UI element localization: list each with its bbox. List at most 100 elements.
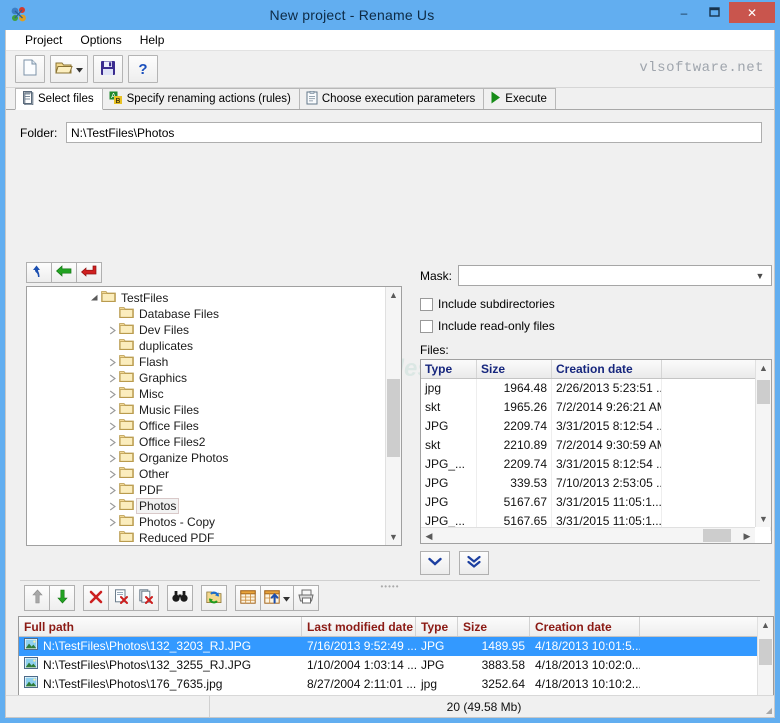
print-button[interactable] (293, 585, 319, 611)
files-grid-row[interactable]: JPG 2209.74 3/31/2015 8:12:54 ... (421, 417, 771, 436)
tree-node[interactable]: Office Files2 (27, 434, 401, 450)
column-header-creation-date[interactable]: Creation date (530, 617, 640, 636)
files-grid-row[interactable]: JPG 5167.67 3/31/2015 11:05:1... (421, 493, 771, 512)
files-grid-horizontal-scrollbar[interactable]: ◀ ▶ (421, 527, 755, 543)
checkbox-box[interactable] (420, 319, 433, 333)
tree-node[interactable]: Misc (27, 386, 401, 402)
tree-node[interactable]: Photos (27, 498, 401, 514)
menu-help[interactable]: Help (131, 31, 174, 49)
tree-node[interactable]: Database Files (27, 306, 401, 322)
column-header-full-path[interactable]: Full path (19, 617, 302, 636)
close-button[interactable]: ✕ (729, 2, 775, 23)
tree-node[interactable]: Office Files (27, 418, 401, 434)
menu-project[interactable]: Project (16, 31, 71, 49)
tree-expander-collapsed-icon[interactable] (105, 438, 119, 447)
add-all-button[interactable] (459, 551, 489, 575)
tree-expander-collapsed-icon[interactable] (105, 486, 119, 495)
folder-input[interactable] (66, 122, 762, 143)
import-grid-button[interactable] (260, 585, 294, 611)
column-header-type[interactable]: Type (416, 617, 458, 636)
tab-choose-execution-parameters[interactable]: Choose execution parameters (298, 88, 485, 109)
file-list-row[interactable]: N:\TestFiles\Photos\176_7635.jpg 8/27/200… (19, 675, 773, 694)
column-header-last-modified-date[interactable]: Last modified date (302, 617, 416, 636)
file-list-row[interactable]: N:\TestFiles\Photos\132_3255_RJ.JPG 1/10/… (19, 656, 773, 675)
folder-tree[interactable]: TestFiles Database Files Dev Files duplicat… (26, 286, 402, 546)
files-grid-row[interactable]: JPG 339.53 7/10/2013 2:53:05 ... (421, 474, 771, 493)
export-grid-button[interactable] (235, 585, 261, 611)
files-grid-row[interactable]: skt 1965.26 7/2/2014 9:26:21 AM (421, 398, 771, 417)
tab-select-files[interactable]: Select files (15, 88, 103, 110)
tree-expander-collapsed-icon[interactable] (105, 358, 119, 367)
tree-node[interactable]: duplicates (27, 338, 401, 354)
resize-grip-icon[interactable]: ◢ (758, 696, 774, 717)
checkbox-box[interactable] (420, 297, 433, 311)
remove-duplicates-button[interactable] (133, 585, 159, 611)
files-grid-row[interactable]: skt 2210.89 7/2/2014 9:30:59 AM (421, 436, 771, 455)
files-grid[interactable]: Type Size Creation date jpg 1964.48 2/26/2… (420, 359, 772, 544)
column-header-creation-date[interactable]: Creation date (552, 360, 662, 378)
go-back-button[interactable] (51, 262, 77, 283)
files-grid-row[interactable]: JPG_... 2209.74 3/31/2015 8:12:54 ... (421, 455, 771, 474)
tree-node[interactable]: Music Files (27, 402, 401, 418)
go-to-folder-button[interactable] (76, 262, 102, 283)
scroll-right-arrow-icon[interactable]: ▶ (739, 528, 755, 543)
file-list-scroll-thumb[interactable] (759, 639, 772, 665)
tree-expander-collapsed-icon[interactable] (105, 502, 119, 511)
tab-execute[interactable]: Execute (483, 88, 556, 109)
help-button[interactable]: ? (128, 55, 158, 83)
chevron-down-icon[interactable] (283, 591, 290, 605)
move-up-button[interactable] (24, 585, 50, 611)
tree-vertical-scrollbar[interactable]: ▲ ▼ (385, 287, 401, 545)
include-subdirectories-checkbox[interactable]: Include subdirectories (420, 297, 555, 311)
files-grid-vertical-scrollbar[interactable]: ▲ ▼ (755, 360, 771, 527)
remove-all-button[interactable] (83, 585, 109, 611)
add-selected-button[interactable] (420, 551, 450, 575)
tree-node[interactable]: Organize Photos (27, 450, 401, 466)
scroll-up-arrow-icon[interactable]: ▲ (758, 617, 773, 633)
tree-node[interactable]: Photos - Copy (27, 514, 401, 530)
refresh-button[interactable] (201, 585, 227, 611)
files-grid-row[interactable]: jpg 1964.48 2/26/2013 5:23:51 ... (421, 379, 771, 398)
remove-selected-button[interactable] (108, 585, 134, 611)
tree-expander-collapsed-icon[interactable] (105, 374, 119, 383)
tree-expander-collapsed-icon[interactable] (105, 518, 119, 527)
scroll-up-arrow-icon[interactable]: ▲ (386, 287, 401, 303)
column-header-size[interactable]: Size (477, 360, 552, 378)
file-list-row[interactable]: N:\TestFiles\Photos\132_3203_RJ.JPG 7/16/… (19, 637, 773, 656)
tree-expander-expanded-icon[interactable] (87, 294, 101, 303)
include-readonly-checkbox[interactable]: Include read-only files (420, 319, 555, 333)
column-header-size[interactable]: Size (458, 617, 530, 636)
column-header-type[interactable]: Type (421, 360, 477, 378)
tree-node[interactable]: Flash (27, 354, 401, 370)
tree-node[interactable]: Other (27, 466, 401, 482)
tree-node[interactable]: Reduced PDF (27, 530, 401, 545)
tree-node[interactable]: Dev Files (27, 322, 401, 338)
chevron-down-icon[interactable] (76, 62, 83, 76)
tree-expander-collapsed-icon[interactable] (105, 454, 119, 463)
tree-node[interactable]: Graphics (27, 370, 401, 386)
maximize-button[interactable] (699, 2, 729, 23)
minimize-button[interactable]: – (669, 2, 699, 23)
scroll-up-arrow-icon[interactable]: ▲ (756, 360, 771, 376)
tree-expander-collapsed-icon[interactable] (105, 326, 119, 335)
tree-expander-collapsed-icon[interactable] (105, 470, 119, 479)
mask-combobox[interactable]: ▼ (458, 265, 772, 286)
scroll-left-arrow-icon[interactable]: ◀ (421, 528, 437, 543)
find-button[interactable] (167, 585, 193, 611)
chevron-down-icon[interactable]: ▼ (752, 266, 768, 285)
tree-expander-collapsed-icon[interactable] (105, 422, 119, 431)
new-project-button[interactable] (15, 55, 45, 83)
tree-node[interactable]: TestFiles (27, 290, 401, 306)
go-up-button[interactable] (26, 262, 52, 283)
menu-options[interactable]: Options (71, 31, 130, 49)
files-grid-hscroll-thumb[interactable] (703, 529, 731, 542)
tree-expander-collapsed-icon[interactable] (105, 390, 119, 399)
open-project-button[interactable] (50, 55, 88, 83)
tree-expander-collapsed-icon[interactable] (105, 406, 119, 415)
files-grid-scroll-thumb[interactable] (757, 380, 770, 404)
tree-node[interactable]: PDF (27, 482, 401, 498)
scroll-down-arrow-icon[interactable]: ▼ (386, 529, 401, 545)
scroll-down-arrow-icon[interactable]: ▼ (756, 511, 771, 527)
tree-scroll-thumb[interactable] (387, 379, 400, 457)
move-down-button[interactable] (49, 585, 75, 611)
